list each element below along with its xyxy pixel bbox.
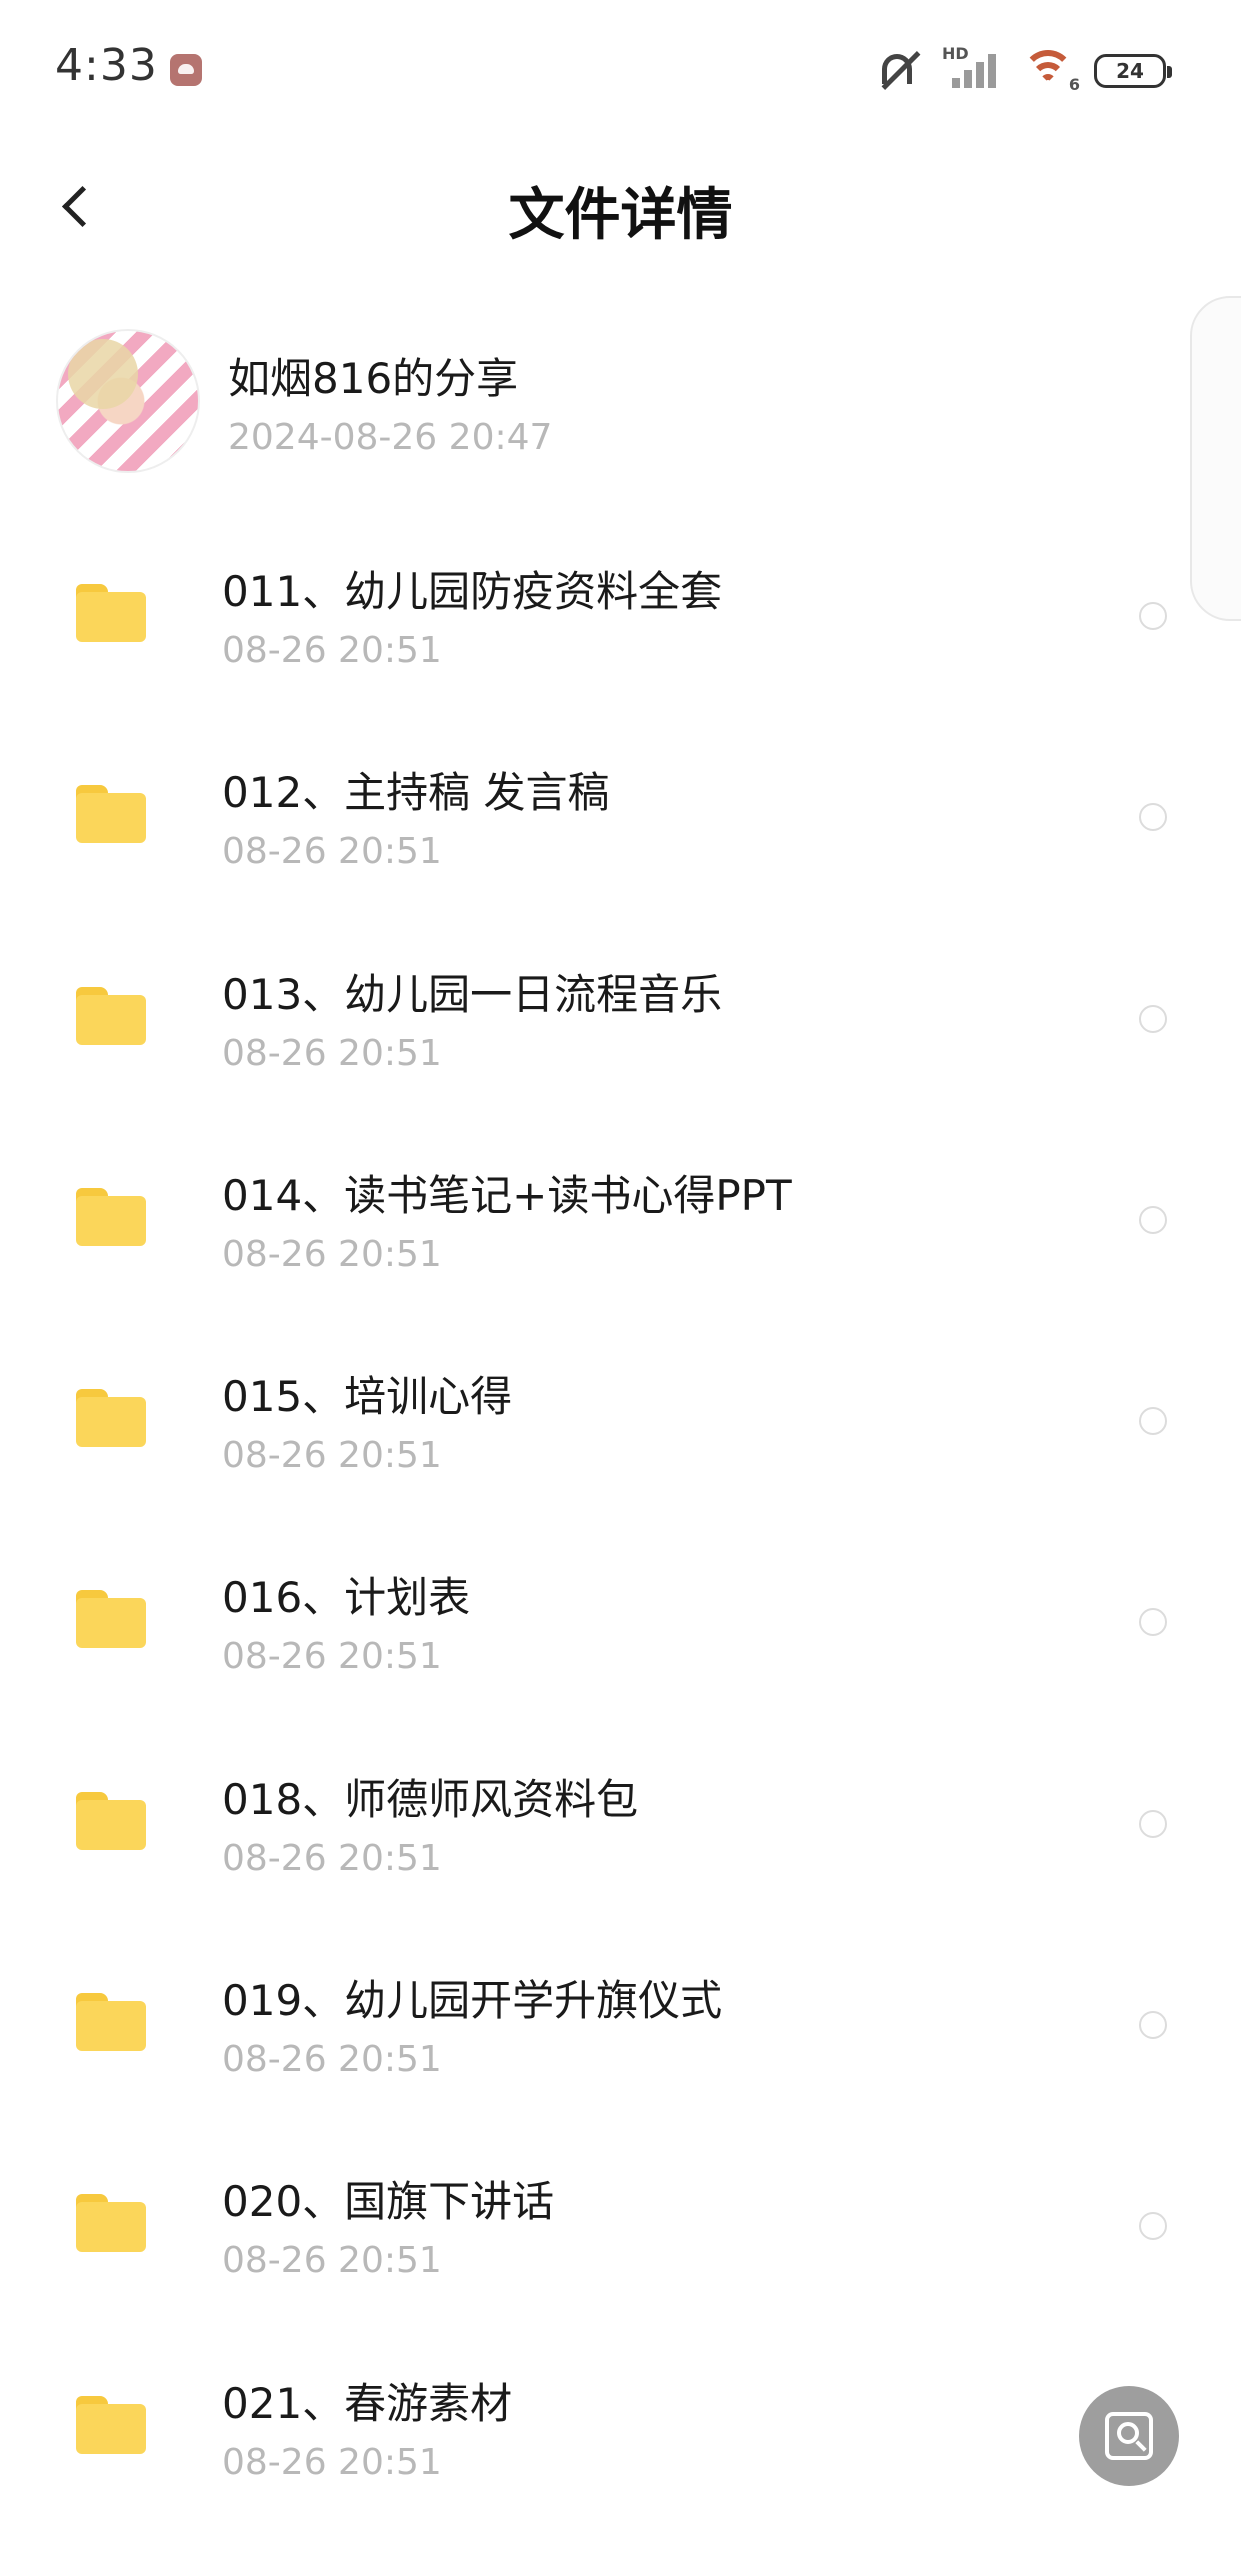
file-date: 08-26 20:51: [222, 2039, 442, 2081]
list-item[interactable]: 020、国旗下讲话 08-26 20:51: [0, 2140, 1241, 2341]
folder-icon: [76, 2194, 146, 2253]
file-name: 012、主持稿 发言稿: [222, 768, 610, 818]
battery-icon: 24: [1094, 54, 1172, 88]
list-item[interactable]: 015、培训心得 08-26 20:51: [0, 1335, 1241, 1536]
file-name: 014、读书笔记+读书心得PPT: [222, 1170, 792, 1220]
battery-level: 24: [1116, 59, 1144, 83]
list-item[interactable]: 018、师德师风资料包 08-26 20:51: [0, 1738, 1241, 1939]
status-icons: HD 6 24: [872, 44, 1172, 96]
status-bar: 4:33 HD 6 24: [0, 0, 1241, 140]
folder-icon: [76, 986, 146, 1045]
select-radio-icon[interactable]: [1139, 803, 1167, 832]
file-list: 011、幼儿园防疫资料全套 08-26 20:51 012、主持稿 发言稿 08…: [0, 530, 1241, 2543]
avatar[interactable]: [56, 329, 200, 473]
signal-hd-label: HD: [942, 44, 969, 63]
folder-icon: [76, 1791, 146, 1850]
file-date: 08-26 20:51: [222, 1636, 442, 1678]
list-item[interactable]: 014、读书笔记+读书心得PPT 08-26 20:51: [0, 1134, 1241, 1335]
folder-icon: [76, 1993, 146, 2052]
list-item[interactable]: 016、计划表 08-26 20:51: [0, 1536, 1241, 1737]
file-date: 08-26 20:51: [222, 831, 442, 873]
status-time: 4:33: [55, 40, 158, 91]
file-name: 011、幼儿园防疫资料全套: [222, 567, 723, 616]
share-datetime: 2024-08-26 20:47: [228, 417, 553, 458]
file-date: 08-26 20:51: [222, 630, 442, 671]
file-date: 08-26 20:51: [222, 2240, 442, 2282]
page-title: 文件详情: [508, 183, 733, 248]
header: 文件详情: [0, 150, 1241, 260]
folder-icon: [76, 785, 146, 844]
select-radio-icon[interactable]: [1139, 602, 1167, 630]
folder-icon: [76, 1187, 146, 1246]
file-name: 015、培训心得: [222, 1372, 513, 1422]
file-name: 016、计划表: [222, 1573, 471, 1623]
folder-icon: [76, 1590, 146, 1649]
list-item[interactable]: 021、春游素材 08-26 20:51: [0, 2342, 1241, 2543]
file-date: 08-26 20:51: [222, 1837, 442, 1879]
cloud-app-icon: [170, 54, 202, 86]
file-name: 020、国旗下讲话: [222, 2177, 555, 2227]
select-radio-icon[interactable]: [1139, 1407, 1167, 1436]
file-name: 021、春游素材: [222, 2378, 513, 2428]
select-radio-icon[interactable]: [1139, 1004, 1167, 1033]
scan-search-button[interactable]: [1079, 2386, 1179, 2486]
list-item[interactable]: 012、主持稿 发言稿 08-26 20:51: [0, 731, 1241, 932]
wifi-icon: 6: [1020, 48, 1080, 94]
wifi-label: 6: [1068, 75, 1080, 94]
file-date: 08-26 20:51: [222, 1233, 442, 1275]
select-radio-icon[interactable]: [1139, 2011, 1167, 2040]
select-radio-icon[interactable]: [1139, 1608, 1167, 1637]
select-radio-icon[interactable]: [1139, 1205, 1167, 1234]
list-item[interactable]: 013、幼儿园一日流程音乐 08-26 20:51: [0, 933, 1241, 1134]
select-radio-icon[interactable]: [1139, 1809, 1167, 1838]
cellular-signal-icon: HD: [942, 44, 1002, 94]
share-owner-row: 如烟816的分享 2024-08-26 20:47: [0, 325, 1241, 475]
select-radio-icon[interactable]: [1139, 2212, 1167, 2241]
file-date: 08-26 20:51: [222, 1435, 442, 1477]
share-owner-name: 如烟816的分享: [228, 354, 519, 403]
file-date: 08-26 20:51: [222, 2441, 442, 2483]
magnifier-icon: [1117, 2422, 1139, 2444]
file-name: 018、师德师风资料包: [222, 1774, 639, 1824]
folder-icon: [76, 2395, 146, 2454]
list-item[interactable]: 019、幼儿园开学升旗仪式 08-26 20:51: [0, 1939, 1241, 2140]
file-name: 019、幼儿园开学升旗仪式: [222, 1976, 723, 2026]
folder-icon: [76, 1389, 146, 1448]
file-name: 013、幼儿园一日流程音乐: [222, 969, 723, 1019]
list-item[interactable]: 011、幼儿园防疫资料全套 08-26 20:51: [0, 530, 1241, 731]
mute-icon: [872, 48, 924, 94]
folder-icon: [76, 584, 146, 642]
file-date: 08-26 20:51: [222, 1032, 442, 1074]
